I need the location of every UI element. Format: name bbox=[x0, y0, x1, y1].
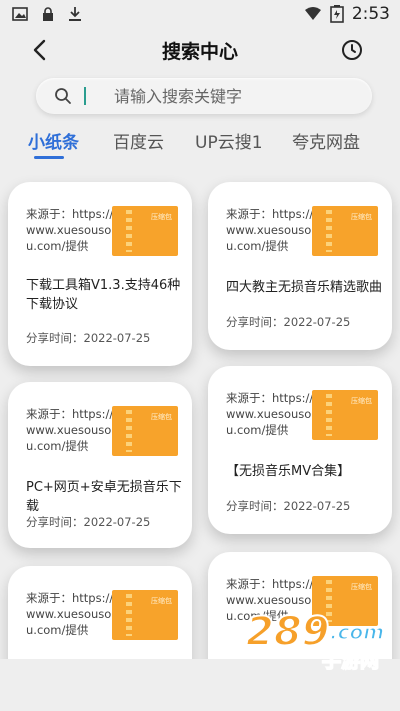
card-source: 来源于：https://www.xuesousou.com/提供 bbox=[26, 591, 114, 637]
zip-file-icon: 压缩包 bbox=[312, 206, 378, 256]
download-icon bbox=[69, 7, 81, 21]
result-card[interactable]: 来源于：https://www.xuesousou.com/提供 压缩包 【无损… bbox=[208, 366, 392, 534]
card-source: 来源于：https://www.xuesousou.com/提供 bbox=[26, 207, 114, 253]
search-bar[interactable] bbox=[36, 78, 372, 114]
tab-baiduyun[interactable]: 百度云 bbox=[113, 128, 164, 153]
text-cursor bbox=[84, 87, 86, 105]
zip-file-icon: 压缩包 bbox=[112, 406, 178, 456]
card-date: 分享时间：2022-07-25 bbox=[26, 331, 151, 345]
result-card[interactable]: 来源于：https://www.xuesousou.com/提供 压缩包 下载工… bbox=[8, 182, 192, 366]
watermark-number: 289 bbox=[246, 609, 330, 655]
thumb-label: 压缩包 bbox=[351, 397, 372, 405]
thumb-label: 压缩包 bbox=[351, 213, 372, 221]
card-title: 下载工具箱V1.3.支持46种下载协议 bbox=[26, 278, 181, 312]
card-date: 分享时间：2022-07-25 bbox=[226, 499, 351, 513]
card-source: 来源于：https://www.xuesousou.com/提供 bbox=[26, 407, 114, 453]
search-icon bbox=[55, 88, 71, 104]
result-card[interactable]: 来源于：https://www.xuesousou.com/提供 压缩包 四大教… bbox=[208, 182, 392, 350]
site-watermark-logo: 289 .com 手游网 bbox=[245, 608, 385, 673]
card-source: 来源于：https://www.xuesousou.com/提供 bbox=[226, 207, 314, 253]
tab-kuake[interactable]: 夸克网盘 bbox=[292, 128, 360, 153]
status-right: 2:53 bbox=[304, 4, 390, 24]
card-date: 分享时间：2022-07-25 bbox=[26, 515, 151, 529]
watermark-sub: 手游网 bbox=[322, 649, 379, 672]
lock-icon bbox=[43, 6, 53, 21]
search-input[interactable] bbox=[114, 84, 354, 108]
watermark-suffix: .com bbox=[330, 620, 384, 644]
clock-icon[interactable] bbox=[340, 38, 364, 62]
status-time: 2:53 bbox=[351, 4, 390, 24]
card-source: 来源于：https://www.xuesousou.com/提供 bbox=[226, 391, 314, 437]
status-bar: 2:53 bbox=[0, 0, 400, 30]
result-card[interactable]: 来源于：https://www.xuesousou.com/提供 压缩包 PC+… bbox=[8, 382, 192, 548]
tab-xiaozhitiao[interactable]: 小纸条 bbox=[28, 128, 79, 153]
thumb-label: 压缩包 bbox=[151, 413, 172, 421]
zip-file-icon: 压缩包 bbox=[312, 390, 378, 440]
thumb-label: 压缩包 bbox=[151, 213, 172, 221]
tab-up-yunsou[interactable]: UP云搜1 bbox=[195, 128, 263, 153]
card-title: PC+网页+安卓无损音乐下载 bbox=[26, 480, 182, 514]
zip-file-icon: 压缩包 bbox=[112, 590, 178, 640]
tab-bar: 小纸条 百度云 UP云搜1 夸克网盘 bbox=[0, 124, 400, 160]
tab-active-indicator bbox=[34, 156, 64, 159]
thumb-label: 压缩包 bbox=[151, 597, 172, 605]
wifi-icon bbox=[304, 7, 321, 20]
battery-icon bbox=[330, 5, 344, 23]
thumb-label: 压缩包 bbox=[351, 583, 372, 591]
zip-file-icon: 压缩包 bbox=[112, 206, 178, 256]
card-title: 【无损音乐MV合集】 bbox=[226, 464, 351, 479]
header: 搜索中心 bbox=[0, 30, 400, 70]
card-title: 四大教主无损音乐精选歌曲 bbox=[226, 280, 383, 295]
status-left bbox=[12, 6, 82, 22]
card-date: 分享时间：2022-07-25 bbox=[226, 315, 351, 329]
image-icon bbox=[12, 7, 28, 21]
